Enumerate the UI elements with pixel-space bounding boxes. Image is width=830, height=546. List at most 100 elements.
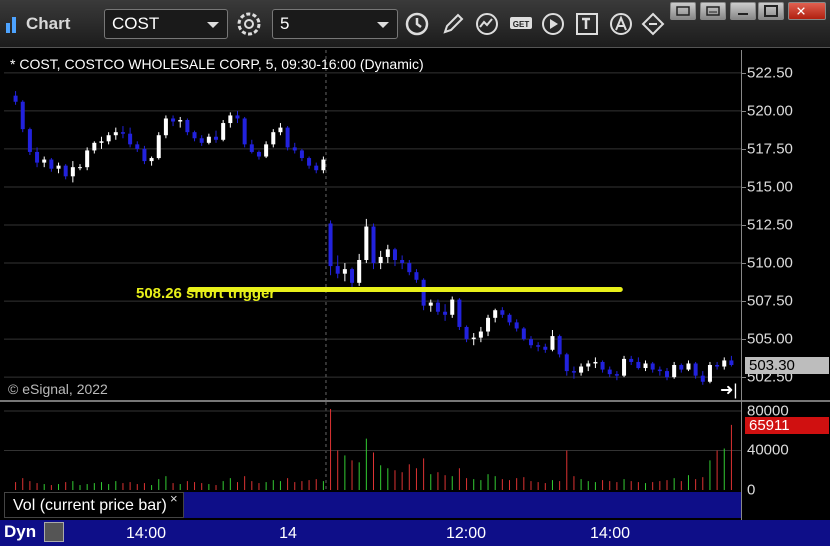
symbol-combo[interactable]: COST (104, 9, 228, 39)
candle-body (392, 249, 397, 260)
volume-pane[interactable] (4, 402, 741, 490)
candle-body (607, 369, 612, 375)
legend-strip (184, 492, 741, 518)
price-tick-label: 517.50 (747, 140, 793, 158)
close-window-button[interactable] (788, 2, 826, 20)
candle-body (464, 326, 469, 340)
candle-body (686, 363, 691, 370)
minimize-button[interactable] (730, 2, 756, 20)
candle-body (299, 150, 304, 159)
candle-body (271, 132, 276, 145)
text-tool-icon[interactable] (572, 9, 602, 39)
study-icon[interactable] (472, 9, 502, 39)
candle-body (357, 260, 362, 283)
candle-body (13, 95, 18, 102)
candle-body (242, 118, 247, 145)
candle-body (120, 132, 125, 134)
candle-body (557, 336, 562, 355)
candle-body (579, 366, 584, 373)
candle-body (256, 151, 261, 157)
candle-body (113, 132, 118, 136)
price-tick-mark (741, 110, 746, 112)
interval-value: 5 (280, 14, 290, 33)
candle-body (20, 101, 25, 130)
scroll-to-end-icon[interactable]: ➜| (720, 380, 738, 400)
cursor-link-icon[interactable] (638, 9, 668, 39)
candle-body (378, 256, 383, 264)
interval-combo[interactable]: 5 (272, 9, 398, 39)
volume-legend: Vol (current price bar) (4, 492, 184, 518)
candle-body (693, 363, 698, 376)
restore-window-button[interactable] (670, 2, 696, 20)
candle-body (92, 142, 97, 151)
candle-body (149, 158, 154, 162)
time-axis[interactable]: 14:00 14 12:00 14:00 (0, 520, 830, 546)
candle-body (528, 339, 533, 346)
candle-body (178, 120, 183, 122)
candle-body (486, 317, 491, 332)
price-tick-mark (741, 377, 746, 379)
app-title-text: Chart (26, 14, 71, 33)
minimize-window-button[interactable] (700, 2, 726, 20)
price-tick-mark (741, 72, 746, 74)
candle-body (321, 159, 326, 171)
price-axis[interactable]: 522.50 520.00 517.50 515.00 512.50 510.00 507.… (741, 50, 830, 520)
toolbar: Chart COST 5 GET (0, 0, 830, 48)
candle-body (493, 310, 498, 318)
play-icon[interactable] (538, 9, 568, 39)
price-tick-label: 510.00 (747, 254, 793, 272)
candle-body (435, 302, 440, 312)
price-tick-label: 512.50 (747, 216, 793, 234)
clock-icon[interactable] (402, 9, 432, 39)
candle-body (56, 165, 61, 169)
candle-body (285, 127, 290, 148)
lock-icon[interactable] (44, 522, 64, 542)
get-data-icon[interactable]: GET (506, 9, 536, 39)
candle-body (629, 358, 634, 362)
price-tick-mark (741, 186, 746, 188)
candle-body (78, 167, 83, 169)
price-tick-label: 507.50 (747, 292, 793, 310)
candle-body (414, 272, 419, 280)
maximize-button[interactable] (758, 2, 784, 20)
price-tick-mark (741, 301, 746, 303)
close-icon[interactable]: × (170, 491, 178, 506)
volume-chart-svg (4, 402, 741, 490)
last-price-marker: 503.30 (745, 357, 829, 374)
candle-body (214, 136, 219, 140)
candle-body (586, 363, 591, 367)
candle-body (500, 310, 505, 315)
candle-body (63, 165, 68, 177)
symbol-value: COST (112, 14, 160, 33)
candle-body (521, 328, 526, 340)
candle-body (407, 263, 412, 273)
candle-body (85, 150, 90, 168)
alert-icon[interactable] (606, 9, 636, 39)
app-title: Chart (6, 14, 70, 34)
price-tick-mark (741, 263, 746, 265)
candle-body (657, 369, 662, 372)
settings-gear-icon[interactable] (234, 9, 264, 39)
candle-body (99, 141, 104, 143)
candle-body (106, 135, 111, 142)
candle-body (543, 346, 548, 350)
candle-body (185, 120, 190, 133)
candle-body (679, 365, 684, 370)
price-tick-label: 522.50 (747, 64, 793, 82)
candle-body (192, 132, 197, 139)
price-tick-mark (741, 148, 746, 150)
pencil-draw-icon[interactable] (438, 9, 468, 39)
price-pane[interactable] (4, 50, 741, 400)
candle-body (514, 322, 519, 329)
candle-body (600, 361, 605, 370)
candle-body (42, 159, 47, 163)
price-chart-svg (4, 50, 741, 400)
time-label: 14:00 (589, 525, 631, 542)
price-tick-mark (741, 225, 746, 226)
candle-body (228, 115, 233, 124)
candle-body (536, 345, 541, 347)
time-label: 12:00 (445, 525, 487, 542)
candle-body (27, 129, 32, 152)
candle-body (450, 299, 455, 315)
dynamic-mode-label[interactable]: Dyn (4, 522, 36, 542)
